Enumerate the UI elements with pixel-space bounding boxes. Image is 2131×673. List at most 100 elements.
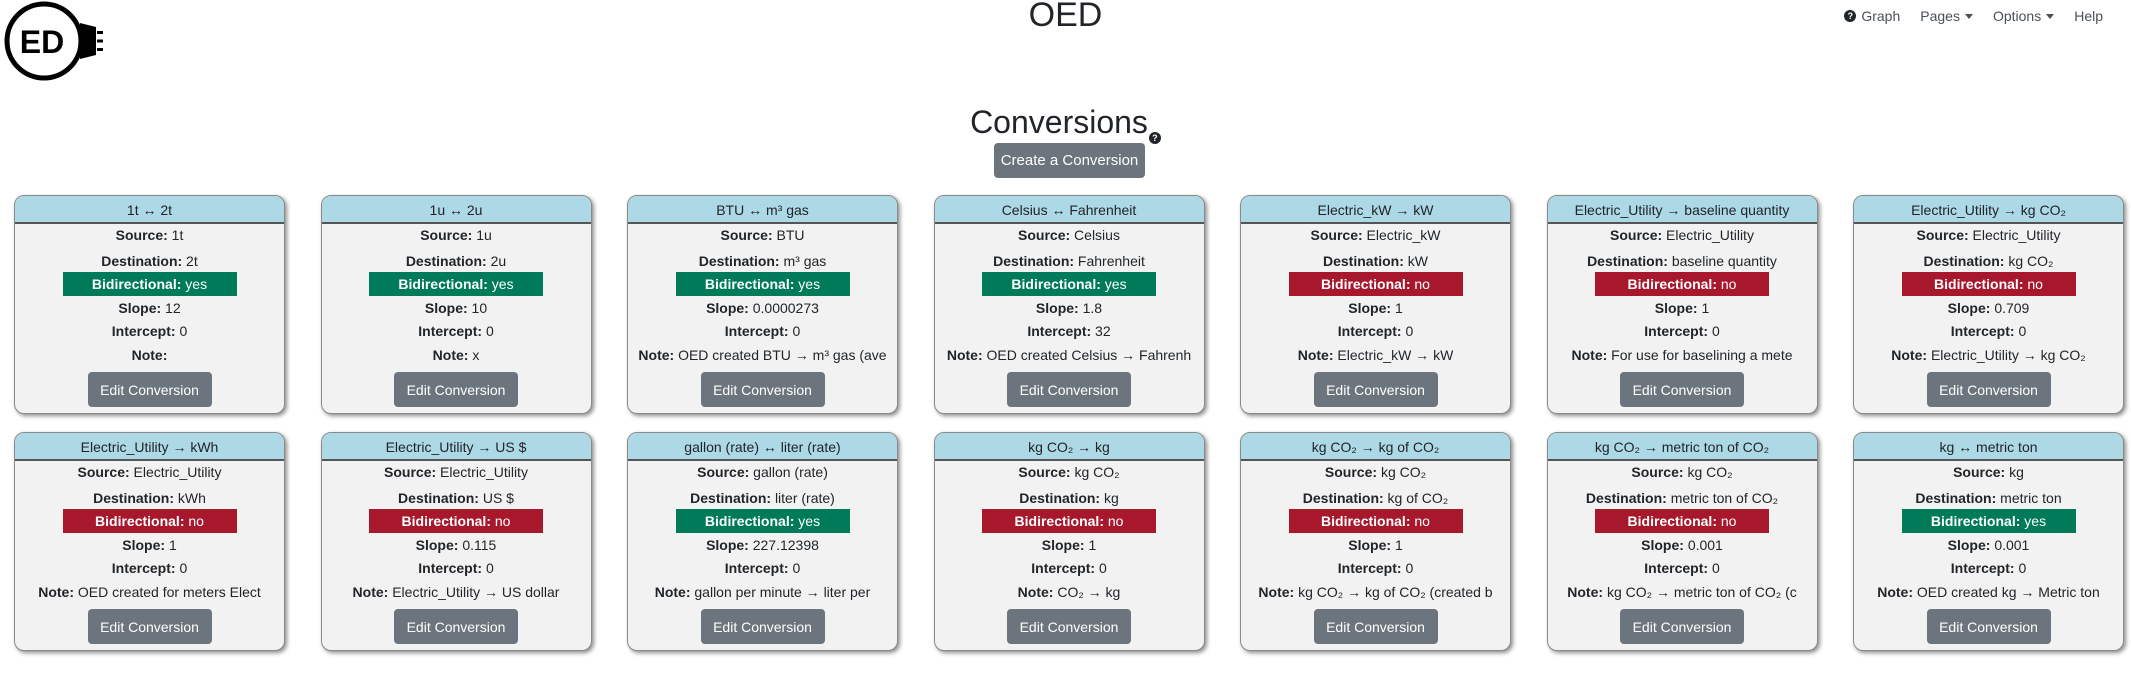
note-value: gallon per minute → liter per [694,584,871,600]
intercept-row: Intercept: 0 [628,557,897,581]
note-value: Electric_kW → kW [1337,347,1454,363]
destination-value: baseline quantity [1671,253,1777,269]
nav-options-label: Options [1992,8,2042,24]
bidirectional-badge: Bidirectional: yes [982,272,1156,296]
conversion-card: BTU ↔ m³ gas Source: BTU Destination: m³… [627,195,898,414]
slope-row: Slope: 1 [935,533,1204,557]
bidirectional-label: Bidirectional: [1011,276,1101,292]
source-row: Source: Electric_Utility [15,461,284,485]
source-label: Source: [77,464,130,480]
note-row: Note: OED created Celsius → Fahrenh [935,344,1204,368]
slope-label: Slope: [1641,537,1684,553]
edit-conversion-button[interactable]: Edit Conversion [1620,609,1744,644]
nav-graph[interactable]: ? Graph [1844,8,1900,24]
note-row: Note: OED created for meters Elect [15,581,284,605]
destination-row: Destination: kg [935,485,1204,509]
source-value: Electric_Utility [440,464,528,480]
slope-value: 1 [168,537,177,553]
bidirectional-badge: Bidirectional: no [1595,509,1769,533]
intercept-value: 0 [179,323,188,339]
destination-row: Destination: baseline quantity [1548,248,1817,272]
intercept-label: Intercept: [1950,323,2015,339]
destination-value: m³ gas [783,253,827,269]
source-label: Source: [1631,464,1684,480]
nav-pages-dropdown[interactable]: Pages [1920,8,1973,24]
edit-conversion-button[interactable]: Edit Conversion [700,609,825,644]
edit-conversion-button[interactable]: Edit Conversion [1620,372,1744,407]
note-row: Note: kg CO₂ → metric ton of CO₂ (c [1548,581,1817,605]
conversions-grid: 1t ↔ 2t Source: 1t Destination: 2t Bidir… [14,195,2124,651]
note-row: Note: Electric_Utility → US dollar [322,581,591,605]
edit-conversion-button[interactable]: Edit Conversion [1926,372,2051,407]
edit-conversion-button[interactable]: Edit Conversion [1007,372,1131,407]
conversion-card-title: 1t ↔ 2t [15,196,284,224]
help-icon[interactable]: ? [1148,132,1161,144]
slope-label: Slope: [122,537,166,553]
bidirectional-label: Bidirectional: [1321,276,1411,292]
slope-value: 1 [1394,300,1403,316]
note-label: Note: [946,347,983,363]
slope-label: Slope: [1947,537,1991,553]
conversion-card-title: kg CO₂ → metric ton of CO₂ [1547,433,1817,461]
destination-value: kW [1407,253,1428,269]
bidirectional-value: yes [798,513,821,529]
bidirectional-value: no [188,513,204,529]
intercept-row: Intercept: 0 [1548,557,1817,581]
destination-row: Destination: Fahrenheit [935,248,1204,272]
intercept-label: Intercept: [418,560,483,576]
slope-value: 0.0000273 [752,300,819,316]
intercept-row: Intercept: 0 [322,557,591,581]
source-value: Electric_Utility [1666,227,1754,243]
note-label: Note: [1297,347,1334,363]
conversion-card-title: Celsius ↔ Fahrenheit [934,196,1204,224]
bidirectional-label: Bidirectional: [95,513,185,529]
source-value: Electric_kW [1366,227,1441,243]
intercept-label: Intercept: [1644,560,1709,576]
source-label: Source: [1324,464,1378,480]
conversion-card: 1u ↔ 2u Source: 1u Destination: 2u Bidir… [320,195,592,414]
intercept-row: Intercept: 0 [1854,320,2123,344]
conversion-card: kg CO₂ → metric ton of CO₂ Source: kg CO… [1546,432,1818,651]
edit-conversion-button[interactable]: Edit Conversion [87,372,212,407]
edit-conversion-button[interactable]: Edit Conversion [1926,609,2051,644]
source-value: Celsius [1074,227,1120,243]
bidirectional-badge: Bidirectional: yes [62,272,237,296]
edit-conversion-button[interactable]: Edit Conversion [700,372,825,407]
conversion-card-title: Electric_Utility → US $ [321,433,591,461]
note-row: Note: [15,344,284,368]
bidirectional-value: yes [491,276,514,292]
conversion-card: 1t ↔ 2t Source: 1t Destination: 2t Bidir… [14,195,285,414]
intercept-row: Intercept: 0 [1548,320,1817,344]
edit-conversion-button[interactable]: Edit Conversion [87,609,212,644]
destination-label: Destination: [1302,490,1384,506]
edit-conversion-button[interactable]: Edit Conversion [1313,372,1438,407]
intercept-value: 0 [2018,560,2027,576]
edit-conversion-button[interactable]: Edit Conversion [1313,609,1438,644]
note-value: CO₂ → kg [1057,584,1121,600]
note-label: Note: [1567,584,1604,600]
source-label: Source: [1310,227,1363,243]
note-row: Note: OED created kg → Metric ton [1854,581,2123,605]
note-label: Note: [432,347,469,363]
edit-conversion-button[interactable]: Edit Conversion [1007,609,1131,644]
edit-conversion-button[interactable]: Edit Conversion [394,372,518,407]
note-value: OED created kg → Metric ton [1916,584,2100,600]
create-conversion-button[interactable]: Create a Conversion [994,143,1145,178]
slope-label: Slope: [1348,300,1392,316]
intercept-value: 0 [1098,560,1107,576]
nav-options-dropdown[interactable]: Options [1992,8,2055,24]
note-value: Electric_Utility → kg CO₂ [1930,347,2086,363]
edit-conversion-button[interactable]: Edit Conversion [394,609,518,644]
conversion-card: Electric_Utility → US $ Source: Electric… [320,432,592,651]
note-row: Note: For use for baselining a mete [1548,344,1817,368]
bidirectional-badge: Bidirectional: yes [675,509,850,533]
slope-value: 1 [1701,300,1710,316]
source-value: 1u [476,227,492,243]
intercept-value: 0 [485,323,494,339]
intercept-label: Intercept: [1950,560,2015,576]
slope-label: Slope: [415,537,459,553]
note-label: Note: [131,347,168,363]
nav-help[interactable]: Help [2074,8,2103,24]
intercept-value: 0 [2018,323,2027,339]
destination-label: Destination: [93,490,174,506]
